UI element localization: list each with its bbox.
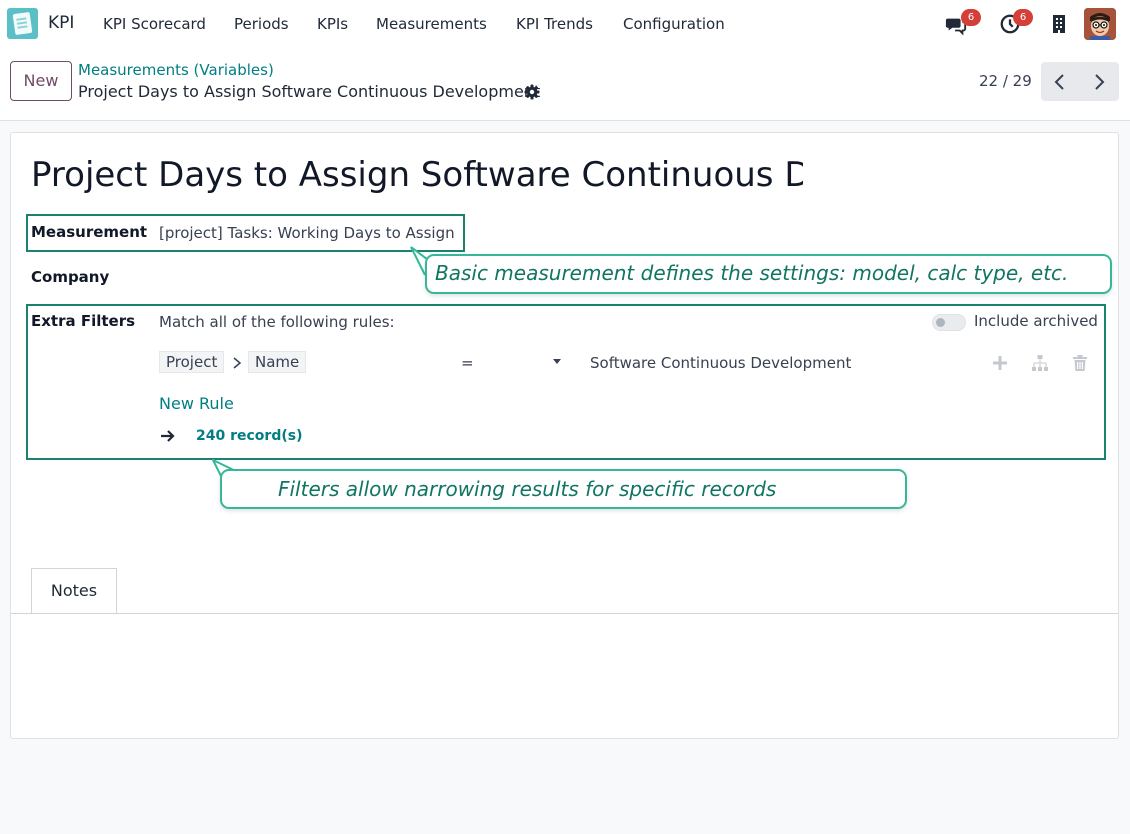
chevron-left-icon <box>1054 74 1064 90</box>
messages-badge: 6 <box>961 9 981 26</box>
breadcrumb-parent[interactable]: Measurements (Variables) <box>78 61 274 79</box>
chevron-right-icon <box>233 357 242 369</box>
pager-next-button[interactable] <box>1080 62 1119 101</box>
measurement-field[interactable]: [project] Tasks: Working Days to Assign <box>159 224 455 242</box>
control-panel: New Measurements (Variables) Project Day… <box>0 48 1130 121</box>
rule-value[interactable]: Software Continuous Development <box>590 354 851 372</box>
extra-filters-label: Extra Filters <box>31 312 136 330</box>
plus-icon[interactable] <box>991 354 1009 372</box>
menu-configuration[interactable]: Configuration <box>623 15 725 33</box>
user-avatar[interactable] <box>1084 8 1116 40</box>
menu-kpis[interactable]: KPIs <box>317 15 348 33</box>
caret-down-icon[interactable] <box>553 359 561 365</box>
company-label: Company <box>31 268 110 286</box>
breadcrumb-current: Project Days to Assign Software Continuo… <box>78 82 541 101</box>
building-icon[interactable] <box>1051 14 1067 34</box>
record-title[interactable]: Project Days to Assign Software Continuo… <box>31 155 803 203</box>
filters-callout: Filters allow narrowing results for spec… <box>220 469 907 509</box>
pager-value[interactable]: 22 / 29 <box>979 72 1032 90</box>
kpi-app-icon[interactable] <box>7 8 38 39</box>
measurement-label: Measurement <box>31 223 148 241</box>
rule-path-project[interactable]: Project <box>159 351 225 373</box>
tab-notes[interactable]: Notes <box>31 568 117 614</box>
new-rule-link[interactable]: New Rule <box>159 394 234 413</box>
chevron-right-icon <box>1095 74 1105 90</box>
menu-kpi-trends[interactable]: KPI Trends <box>516 15 593 33</box>
rule-operator[interactable]: = <box>461 354 474 372</box>
records-count-link[interactable]: 240 record(s) <box>196 428 302 444</box>
arrow-right-icon <box>161 430 175 442</box>
pager-previous-button[interactable] <box>1041 62 1080 101</box>
measurement-callout: Basic measurement defines the settings: … <box>425 254 1112 294</box>
sitemap-icon[interactable] <box>1031 354 1049 372</box>
trash-icon[interactable] <box>1071 354 1089 372</box>
include-archived-toggle[interactable] <box>932 314 966 331</box>
menu-periods[interactable]: Periods <box>234 15 289 33</box>
match-rules-text: Match all of the following rules: <box>159 313 395 331</box>
menu-kpi-scorecard[interactable]: KPI Scorecard <box>103 15 206 33</box>
new-button[interactable]: New <box>10 61 72 101</box>
rule-path-name[interactable]: Name <box>248 351 307 373</box>
include-archived-label[interactable]: Include archived <box>974 312 1098 330</box>
form-sheet: Project Days to Assign Software Continuo… <box>10 132 1119 739</box>
app-name[interactable]: KPI <box>48 13 74 33</box>
activities-badge: 6 <box>1013 9 1033 26</box>
top-navbar: KPI KPI Scorecard Periods KPIs Measureme… <box>0 0 1130 48</box>
gear-icon[interactable] <box>524 84 540 100</box>
menu-measurements[interactable]: Measurements <box>376 15 487 33</box>
tabs-divider <box>11 613 1118 614</box>
